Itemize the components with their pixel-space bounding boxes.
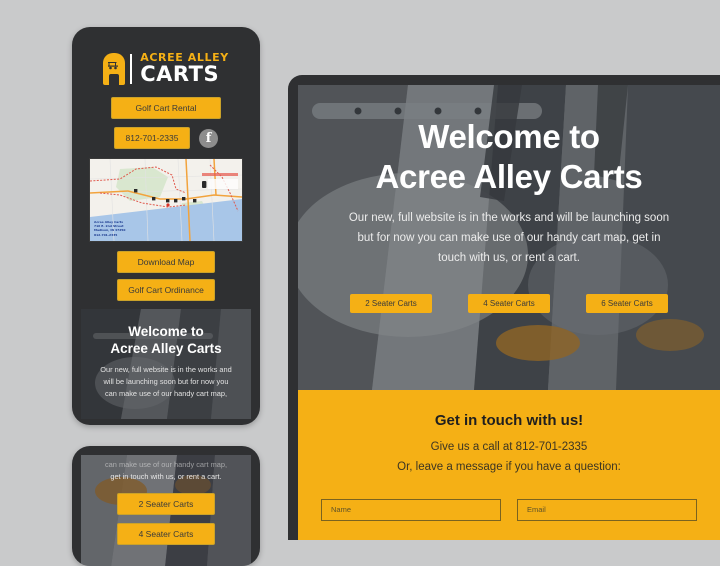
desktop-hero-title-line-2: Acree Alley Carts xyxy=(375,157,643,195)
desktop-screen: Welcome to Acree Alley Carts Our new, fu… xyxy=(298,85,720,540)
6-seater-carts-button[interactable]: 6 Seater Carts xyxy=(586,294,668,314)
map-image[interactable]: Acree Alley Carts 716 E. 2nd Street Madi… xyxy=(89,158,243,242)
mobile-mockup-top: ACREE ALLEY CARTS Golf Cart Rental 812-7… xyxy=(72,27,260,425)
mobile-mockup-bottom: can make use of our handy cart map, get … xyxy=(72,446,260,566)
mobile-screen-top: ACREE ALLEY CARTS Golf Cart Rental 812-7… xyxy=(81,36,251,425)
contact-section: Get in touch with us! Give us a call at … xyxy=(298,390,720,540)
mobile-paragraph-cut: can make use of our handy cart map, xyxy=(104,460,227,469)
4-seater-carts-button[interactable]: 4 Seater Carts xyxy=(468,294,550,314)
mobile-paragraph-line: get in touch with us, or rent a cart. xyxy=(110,472,222,482)
contact-message-line: Or, leave a message if you have a questi… xyxy=(397,461,621,474)
desktop-hero-section: Welcome to Acree Alley Carts Our new, fu… xyxy=(298,85,720,390)
2-seater-carts-button[interactable]: 2 Seater Carts xyxy=(350,294,432,314)
mobile-hero-title-line-1: Welcome to xyxy=(128,324,204,339)
mobile-hero-paragraph-line-2: will be launching soon but for now you xyxy=(103,376,229,386)
contact-call-line: Give us a call at 812-701-2335 xyxy=(430,441,588,453)
logo-divider xyxy=(130,53,133,84)
golf-cart-glyph-icon xyxy=(108,61,119,69)
desktop-cart-buttons-group: 2 Seater Carts 4 Seater Carts 6 Seater C… xyxy=(298,294,720,314)
desktop-hero-content: Welcome to Acree Alley Carts Our new, fu… xyxy=(298,85,720,314)
facebook-icon[interactable]: f xyxy=(199,128,218,148)
address-line-4: 812-701-2335 xyxy=(94,232,118,237)
mobile-screen-bottom: can make use of our handy cart map, get … xyxy=(81,455,251,566)
golf-cart-rental-button[interactable]: Golf Cart Rental xyxy=(111,97,221,119)
desktop-hero-title-line-1: Welcome to xyxy=(418,118,600,155)
mobile-2-seater-carts-button[interactable]: 2 Seater Carts xyxy=(117,493,215,516)
mobile-hero-title-line-2: Acree Alley Carts xyxy=(110,340,222,356)
mobile-bottom-content: can make use of our handy cart map, get … xyxy=(81,455,251,546)
mobile-hero-paragraph-line-3: can make use of our handy cart map, xyxy=(104,389,227,399)
mobile-cart-buttons-group: 2 Seater Carts 4 Seater Carts xyxy=(81,493,251,546)
logo-wordmark: ACREE ALLEY CARTS xyxy=(140,52,229,85)
mobile-hero-section: Welcome to Acree Alley Carts Our new, fu… xyxy=(81,309,251,419)
mobile-contact-row: 812-701-2335 f xyxy=(81,127,251,149)
map-address-label: Acree Alley Carts 716 E. 2nd Street Madi… xyxy=(94,220,125,237)
name-field[interactable] xyxy=(321,498,501,521)
golf-cart-ordinance-button[interactable]: Golf Cart Ordinance xyxy=(117,279,215,301)
mobile-hero-section-continued: can make use of our handy cart map, get … xyxy=(81,455,251,566)
mockup-stage: ACREE ALLEY CARTS Golf Cart Rental 812-7… xyxy=(0,0,720,566)
map-buttons-group: Download Map Golf Cart Ordinance xyxy=(81,251,251,301)
mobile-hero-paragraph-line-1: Our new, full website is in the works an… xyxy=(100,364,232,374)
mobile-hero-content: Welcome to Acree Alley Carts Our new, fu… xyxy=(81,309,251,400)
desktop-hero-paragraph: Our new, full website is in the works an… xyxy=(348,212,670,264)
mobile-logo[interactable]: ACREE ALLEY CARTS xyxy=(81,52,251,85)
contact-form-fields xyxy=(298,498,720,521)
desktop-mockup: Welcome to Acree Alley Carts Our new, fu… xyxy=(288,75,720,540)
download-map-button[interactable]: Download Map xyxy=(117,251,215,273)
contact-heading: Get in touch with us! xyxy=(434,412,584,429)
phone-number-button[interactable]: 812-701-2335 xyxy=(114,127,190,149)
email-field[interactable] xyxy=(517,498,697,521)
logo-line-2: CARTS xyxy=(140,62,220,86)
mobile-4-seater-carts-button[interactable]: 4 Seater Carts xyxy=(117,523,215,546)
golf-cart-in-arch-icon xyxy=(103,52,126,85)
